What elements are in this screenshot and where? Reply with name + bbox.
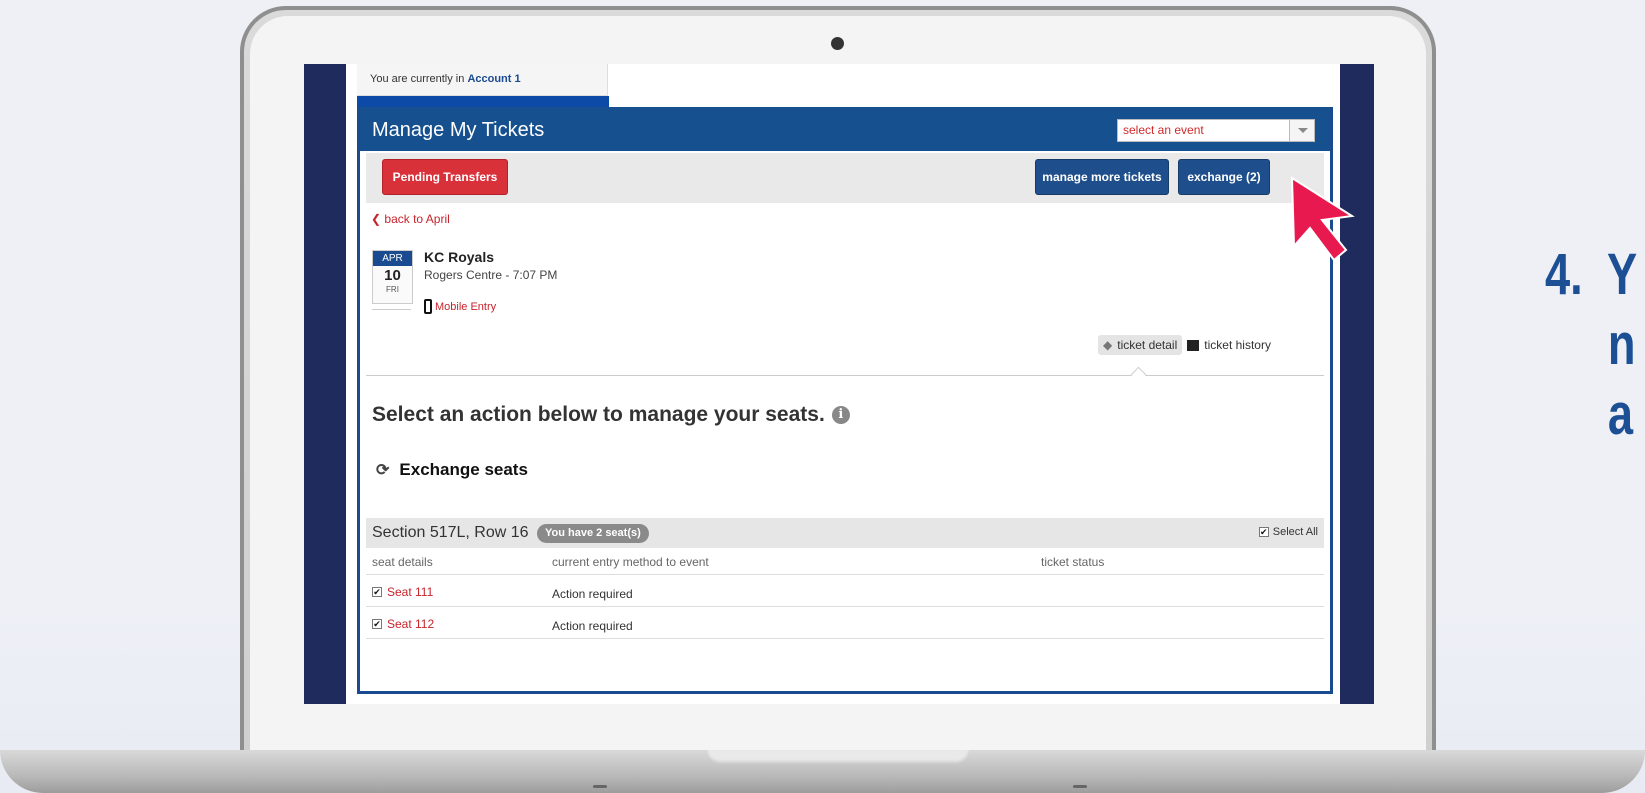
column-header-seat-details: seat details: [372, 555, 433, 569]
account-name-link[interactable]: Account 1: [467, 73, 520, 85]
mobile-phone-icon: [424, 299, 432, 314]
page-margin-left: [304, 64, 346, 704]
page-margin-right: [1340, 64, 1374, 704]
tab-ticket-detail-label: ticket detail: [1117, 338, 1178, 352]
seat-cell: ✔ Seat 112: [372, 617, 434, 631]
event-weekday: FRI: [386, 285, 399, 294]
refresh-icon: ⟳: [376, 462, 390, 479]
panel-header: Manage My Tickets select an event: [360, 107, 1330, 151]
table-row: ✔ Seat 111 Action required: [366, 575, 1324, 607]
manage-tickets-panel: Manage My Tickets select an event Pendin…: [357, 107, 1333, 694]
camera-icon: [831, 37, 844, 50]
seat-count-badge: You have 2 seat(s): [537, 524, 649, 543]
seat-checkbox[interactable]: ✔: [372, 587, 382, 597]
step-caption: 4. Y n a: [1545, 242, 1638, 447]
table-row: ✔ Seat 112 Action required: [366, 607, 1324, 639]
account-indicator: You are currently in Account 1: [357, 64, 608, 96]
exchange-seats-label: Exchange seats: [399, 460, 528, 479]
laptop-foot: [593, 785, 607, 788]
pending-transfers-button[interactable]: Pending Transfers: [382, 159, 508, 195]
entry-method-cell: Action required: [552, 587, 633, 601]
mobile-entry-link[interactable]: Mobile Entry: [424, 299, 496, 314]
manage-more-tickets-button[interactable]: manage more tickets: [1035, 159, 1169, 195]
seat-link[interactable]: Seat 111: [387, 585, 433, 599]
section-bar: Section 517L, Row 16 You have 2 seat(s) …: [366, 518, 1324, 548]
tab-pointer: [1130, 366, 1147, 383]
tab-ticket-detail[interactable]: ◆ ticket detail: [1098, 335, 1183, 355]
back-link[interactable]: ❮ back to April: [371, 212, 450, 226]
action-bar: Pending Transfers manage more tickets ex…: [366, 153, 1324, 203]
event-month: APR: [373, 251, 412, 266]
section-title: Section 517L, Row 16: [372, 524, 529, 541]
event-name: KC Royals: [424, 249, 495, 265]
info-icon[interactable]: i: [831, 406, 850, 424]
event-date-badge: APR 10 FRI: [372, 250, 413, 304]
select-all-checkbox[interactable]: ✔ Select All: [1258, 526, 1318, 538]
seat-link[interactable]: Seat 112: [387, 617, 434, 631]
event-day: 10: [384, 267, 401, 284]
tabs-divider: [366, 375, 1324, 376]
exchange-button[interactable]: exchange (2): [1178, 159, 1270, 195]
column-header-entry-method: current entry method to event: [552, 555, 709, 569]
cursor-arrow-icon: [1290, 176, 1355, 262]
action-heading-text: Select an action below to manage your se…: [372, 403, 825, 426]
laptop-foot: [1073, 785, 1087, 788]
tab-ticket-history[interactable]: ticket history: [1182, 335, 1276, 355]
seat-cell: ✔ Seat 111: [372, 585, 433, 599]
archive-icon: [1187, 339, 1200, 351]
chevron-left-icon: ❮: [371, 212, 382, 226]
select-all-label: Select All: [1272, 526, 1318, 538]
laptop-screen: You are currently in Account 1 Manage My…: [304, 64, 1374, 704]
tab-ticket-history-label: ticket history: [1204, 338, 1271, 352]
page-title: Manage My Tickets: [372, 119, 545, 141]
checkbox-checked-icon[interactable]: ✔: [1258, 527, 1269, 537]
ticket-icon: ◆: [1103, 338, 1113, 352]
ticket-tabs: ◆ ticket detail ticket history: [1098, 334, 1276, 356]
account-prefix: You are currently in: [370, 73, 465, 85]
mobile-entry-label: Mobile Entry: [435, 300, 497, 313]
action-heading: Select an action below to manage your se…: [372, 403, 850, 427]
exchange-seats-action[interactable]: ⟳ Exchange seats: [376, 460, 528, 480]
event-venue-time: Rogers Centre - 7:07 PM: [424, 268, 558, 282]
column-header-ticket-status: ticket status: [1041, 555, 1105, 569]
date-divider: [372, 309, 411, 310]
back-link-label: back to April: [384, 212, 450, 226]
event-select-placeholder: select an event: [1123, 123, 1204, 137]
seat-checkbox[interactable]: ✔: [372, 619, 382, 629]
laptop-notch: [706, 750, 970, 764]
event-select[interactable]: select an event: [1117, 119, 1315, 142]
entry-method-cell: Action required: [552, 619, 633, 633]
chevron-down-icon[interactable]: [1289, 120, 1314, 141]
